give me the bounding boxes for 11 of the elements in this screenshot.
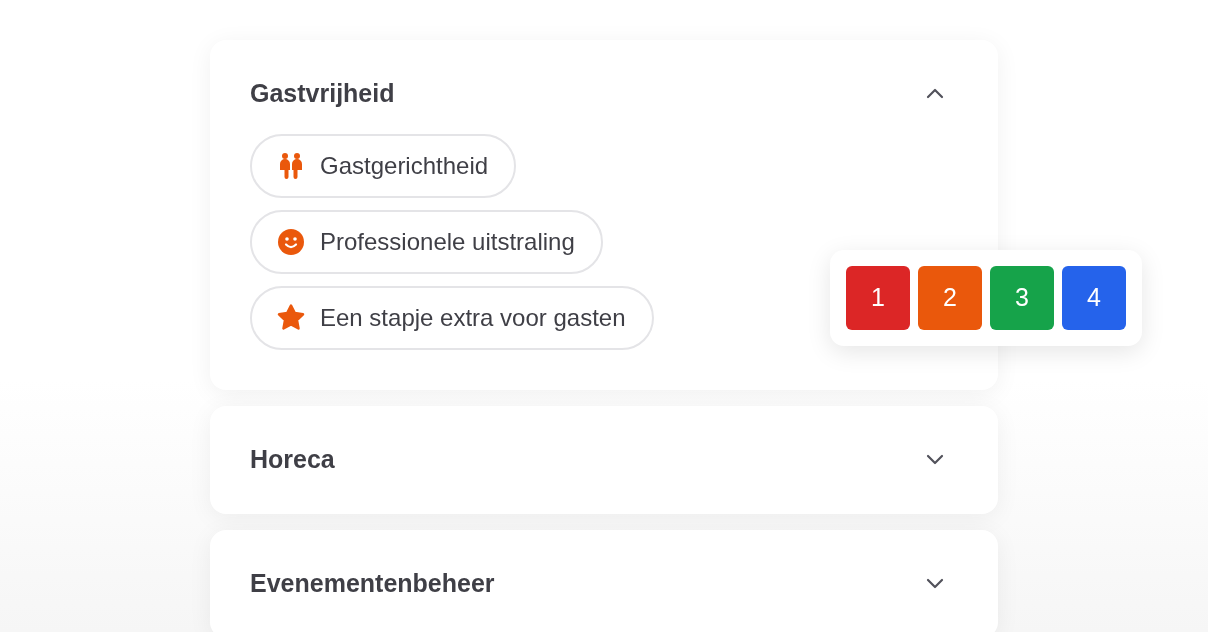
- section-title[interactable]: Gastvrijheid: [250, 78, 395, 108]
- skill-chip[interactable]: Gastgerichtheid: [250, 134, 517, 198]
- smiley-icon: [276, 227, 306, 257]
- skill-chip[interactable]: Professionele uitstraling: [250, 210, 603, 274]
- rating-button[interactable]: 1: [846, 266, 910, 330]
- section-title[interactable]: Horeca: [250, 444, 335, 474]
- rating-button[interactable]: 2: [918, 266, 982, 330]
- skill-chip[interactable]: Een stapje extra voor gasten: [250, 286, 654, 350]
- section-title[interactable]: Evenementenbeheer: [250, 568, 495, 598]
- rating-button[interactable]: 4: [1062, 266, 1126, 330]
- star-icon: [276, 303, 306, 333]
